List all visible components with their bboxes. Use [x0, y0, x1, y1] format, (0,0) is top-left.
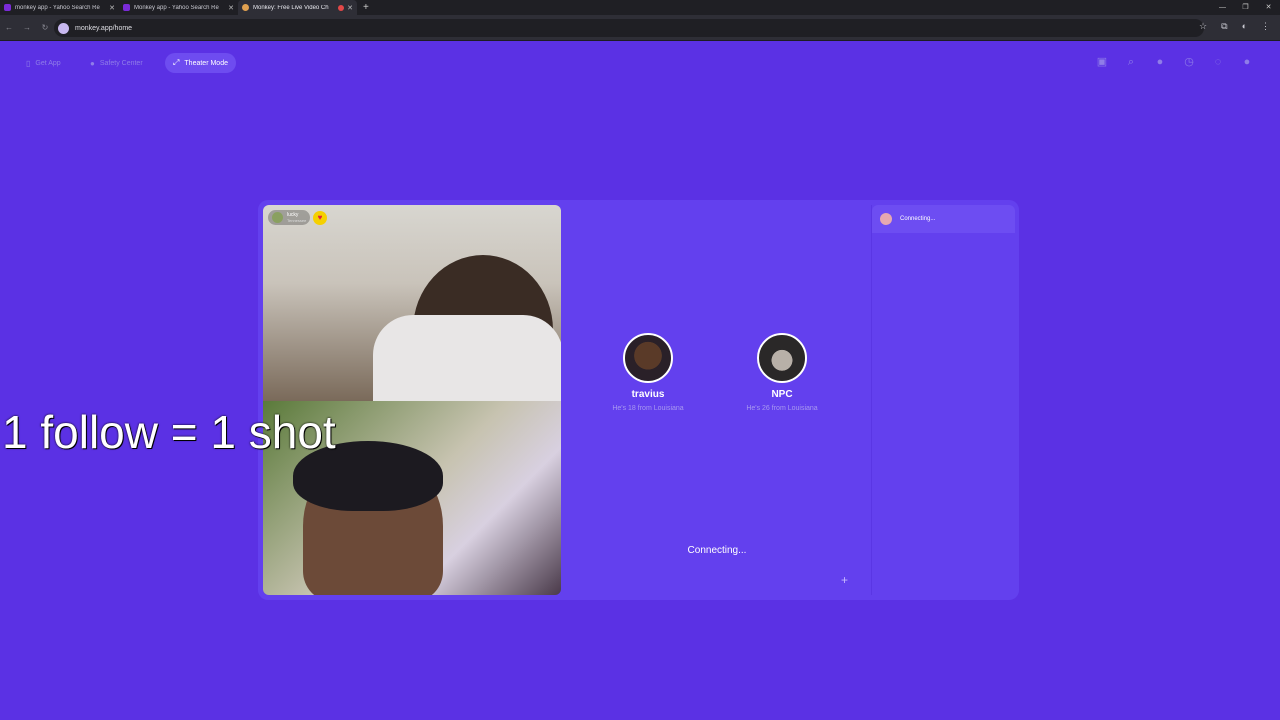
- forward-icon[interactable]: →: [18, 23, 36, 32]
- suggested-user[interactable]: NPC He's 26 from Louisiana: [732, 333, 832, 412]
- avatar: [757, 333, 807, 383]
- expand-icon: ⤢: [173, 58, 180, 67]
- back-icon[interactable]: ←: [0, 23, 18, 32]
- suggested-user[interactable]: travius He's 18 from Louisiana: [598, 333, 698, 412]
- remote-video[interactable]: lucky Tennessee ♥: [263, 205, 561, 405]
- match-area: travius He's 18 from Louisiana NPC He's …: [569, 205, 865, 595]
- remote-user-chip[interactable]: lucky Tennessee: [268, 210, 311, 225]
- get-app-button[interactable]: ▯ Get App: [18, 53, 69, 73]
- safety-center-button[interactable]: ● Safety Center: [82, 53, 151, 73]
- browser-toolbar: ← → ↻ monkey.app/home ☆ ⧉ ◐ ⋮: [0, 15, 1280, 41]
- close-window-icon[interactable]: ✕: [1257, 0, 1280, 15]
- toolbar-actions: ☆ ⧉ ◐ ⋮: [1199, 21, 1270, 32]
- suggested-user-name: travius: [631, 389, 665, 400]
- avatar: [623, 333, 673, 383]
- reload-icon[interactable]: ↻: [36, 23, 54, 32]
- browser-tab-3[interactable]: Monkey: Free Live Video Ch ✕: [238, 0, 357, 15]
- suggested-user-info: He's 26 from Louisiana: [746, 405, 818, 412]
- new-tab-button[interactable]: +: [363, 2, 369, 13]
- profile-icon[interactable]: ◐: [1242, 21, 1247, 32]
- suggested-user-name: NPC: [771, 389, 793, 400]
- bookmark-star-icon[interactable]: ☆: [1199, 21, 1207, 32]
- url-text: monkey.app/home: [75, 24, 133, 32]
- tab-title: Monkey app - Yahoo Search Re: [134, 4, 219, 11]
- monkey-icon: [242, 4, 249, 11]
- cursor-crosshair-icon: +: [841, 573, 849, 587]
- site-info-icon[interactable]: [58, 22, 69, 34]
- header-icons: ▣ ⌕ ● ◷ ◌ ●: [1095, 55, 1254, 69]
- window-controls: — ❐ ✕: [1211, 0, 1280, 15]
- video-chat-panel: lucky Tennessee ♥ travius He's 18 from L…: [258, 200, 1019, 600]
- chat-panel: Connecting...: [871, 205, 1015, 595]
- theater-mode-label: Theater Mode: [184, 59, 228, 67]
- profile-avatar-icon[interactable]: ●: [1240, 55, 1254, 69]
- yahoo-icon: [123, 4, 130, 11]
- shield-icon: ●: [90, 58, 95, 68]
- phone-icon: ▯: [26, 58, 31, 68]
- monkey-icon: [880, 213, 892, 225]
- coin-icon[interactable]: ●: [1153, 55, 1167, 69]
- avatar: [272, 212, 283, 223]
- browser-tabbar: monkey app - Yahoo Search Re ✕ Monkey ap…: [0, 0, 1280, 15]
- minimize-icon[interactable]: —: [1211, 0, 1234, 15]
- close-icon[interactable]: ✕: [347, 4, 353, 12]
- extensions-icon[interactable]: ⧉: [1221, 21, 1227, 32]
- chat-status-row: Connecting...: [872, 205, 1015, 233]
- connection-status: Connecting...: [687, 545, 747, 556]
- tab-title: monkey app - Yahoo Search Re: [15, 4, 100, 11]
- stream-overlay-text: 1 follow = 1 shot: [2, 406, 336, 458]
- chat-icon[interactable]: ◌: [1211, 55, 1225, 69]
- recording-icon: [338, 4, 345, 11]
- history-icon[interactable]: ◷: [1182, 55, 1196, 69]
- remote-user-location: Tennessee: [287, 218, 307, 223]
- heart-icon[interactable]: ♥: [313, 211, 327, 225]
- browser-tab-1[interactable]: monkey app - Yahoo Search Re ✕: [0, 0, 119, 15]
- browser-tab-2[interactable]: Monkey app - Yahoo Search Re ✕: [119, 0, 238, 15]
- close-icon[interactable]: ✕: [228, 4, 234, 12]
- theater-mode-button[interactable]: ⤢ Theater Mode: [165, 53, 236, 73]
- yahoo-icon: [4, 4, 11, 11]
- tab-title: Monkey: Free Live Video Ch: [253, 4, 329, 11]
- app-header: ▯ Get App ● Safety Center ⤢ Theater Mode…: [0, 41, 1280, 85]
- suggested-user-info: He's 18 from Louisiana: [612, 405, 684, 412]
- close-icon[interactable]: ✕: [109, 4, 115, 12]
- shop-icon[interactable]: ▣: [1095, 55, 1109, 69]
- search-icon[interactable]: ⌕: [1124, 55, 1138, 69]
- video-area: lucky Tennessee ♥: [263, 205, 561, 595]
- safety-center-label: Safety Center: [99, 59, 143, 67]
- remote-person-shirt: [373, 315, 561, 405]
- restore-icon[interactable]: ❐: [1234, 0, 1257, 15]
- address-bar[interactable]: monkey.app/home: [54, 19, 1204, 37]
- chat-status-text: Connecting...: [900, 216, 936, 222]
- menu-icon[interactable]: ⋮: [1261, 21, 1270, 32]
- get-app-label: Get App: [35, 59, 61, 67]
